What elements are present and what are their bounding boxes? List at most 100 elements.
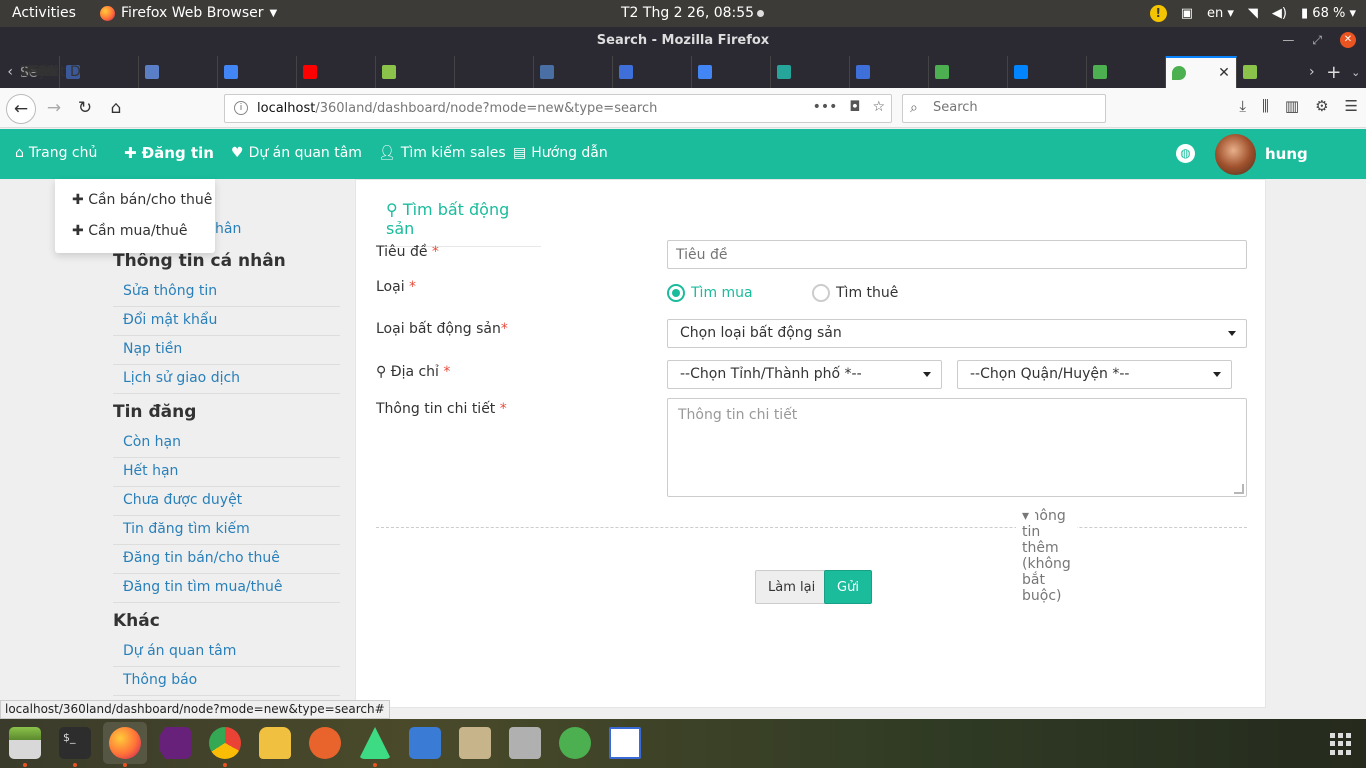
tab-item[interactable]: Dete xyxy=(20,56,930,88)
sidebar-item-expired[interactable]: Hết hạn xyxy=(113,458,340,487)
extension-icon[interactable]: ⚙ xyxy=(1315,97,1328,115)
nav-favorites[interactable]: ♥ Dự án quan tâm xyxy=(231,145,362,161)
book-icon: ▤ xyxy=(513,145,527,161)
system-monitor-icon[interactable] xyxy=(409,727,441,759)
new-tab-icon[interactable]: + xyxy=(1322,62,1346,83)
title-input[interactable] xyxy=(667,240,1247,269)
volume-icon[interactable]: ◀) xyxy=(1272,6,1287,21)
restore-icon[interactable]: ⤢ xyxy=(1312,33,1322,48)
files-icon[interactable] xyxy=(9,727,41,759)
home-button[interactable]: ⌂ xyxy=(104,96,128,120)
archive-manager-icon[interactable] xyxy=(509,727,541,759)
radio-buy[interactable]: Tìm mua xyxy=(667,284,753,302)
tab-item[interactable]: Mess xyxy=(20,56,1088,88)
site-info-icon[interactable]: i xyxy=(234,101,248,115)
details-textarea[interactable]: Thông tin chi tiết xyxy=(667,398,1247,497)
submit-button[interactable]: Gửi xyxy=(824,570,872,604)
terminal-icon[interactable]: $_ xyxy=(59,727,91,759)
dropdown-item-buy-rent[interactable]: ✚ Cần mua/thuê xyxy=(72,223,188,239)
forward-button[interactable]: → xyxy=(42,96,66,120)
app-menu[interactable]: Firefox Web Browser ▼ xyxy=(100,5,277,21)
library-icon[interactable]: ⫼ xyxy=(1262,97,1269,115)
software-store-icon[interactable] xyxy=(259,727,291,759)
tab-item[interactable]: 1512 xyxy=(20,56,456,88)
caret-down-icon xyxy=(1213,372,1221,377)
pocket-icon[interactable]: ◘ xyxy=(849,99,860,115)
district-select[interactable]: --Chọn Quận/Huyện *-- xyxy=(957,360,1232,389)
warning-icon[interactable]: ! xyxy=(1149,5,1167,22)
radio-checked-icon xyxy=(667,284,685,302)
scroll-tabs-left-icon[interactable]: ‹ xyxy=(0,64,20,80)
tab-item[interactable]: Unde xyxy=(20,56,614,88)
resize-grip-icon[interactable] xyxy=(1234,484,1244,494)
sidebar-item-post-sell[interactable]: Đăng tin bán/cho thuê xyxy=(113,545,340,574)
nav-post[interactable]: ✚ Đăng tin xyxy=(124,144,214,162)
android-studio-icon[interactable] xyxy=(359,727,391,759)
sidebar-item-active[interactable]: Còn hạn xyxy=(113,429,340,458)
chrome-icon[interactable] xyxy=(209,727,241,759)
nav-guide[interactable]: ▤ Hướng dẫn xyxy=(513,145,608,161)
sidebar-toggle-icon[interactable]: ▥ xyxy=(1285,97,1299,115)
nav-find-sales[interactable]: 👤︎ Tìm kiếm sales xyxy=(378,145,506,161)
text-document-icon[interactable] xyxy=(609,727,641,759)
sidebar-item-pending[interactable]: Chưa được duyệt xyxy=(113,487,340,516)
tab-active[interactable]: Se ✕ xyxy=(20,56,1237,88)
rhythmbox-speaker-icon[interactable] xyxy=(459,727,491,759)
close-tab-icon[interactable]: ✕ xyxy=(1218,65,1230,81)
pencil-app-icon[interactable] xyxy=(309,727,341,759)
reset-button[interactable]: Làm lại xyxy=(755,570,829,604)
tab-item[interactable]: NGH xyxy=(20,56,219,88)
tab-item[interactable]: [Viet xyxy=(20,56,377,88)
firefox-icon[interactable] xyxy=(109,727,141,759)
tab-item[interactable]: Object D xyxy=(20,56,535,88)
property-type-select[interactable]: Chọn loại bất động sản xyxy=(667,319,1247,348)
activities-button[interactable]: Activities xyxy=(12,5,76,21)
url-bar[interactable]: i localhost/360land/dashboard/node?mode=… xyxy=(224,94,892,123)
reload-button[interactable]: ↻ xyxy=(73,96,97,120)
menu-hamburger-icon[interactable]: ☰ xyxy=(1345,97,1358,115)
url-text[interactable]: localhost/360land/dashboard/node?mode=ne… xyxy=(257,101,657,116)
sidebar-item-change-password[interactable]: Đổi mật khẩu xyxy=(113,307,340,336)
tab-item[interactable]: Hướn xyxy=(20,56,1167,88)
show-applications-icon[interactable] xyxy=(1330,733,1352,755)
province-select[interactable]: --Chọn Tỉnh/Thành phố *-- xyxy=(667,360,942,389)
tab-item[interactable]: Small xyxy=(20,56,693,88)
username[interactable]: hung xyxy=(1265,145,1308,163)
page-actions-icon[interactable]: ••• xyxy=(813,99,838,115)
language-globe-icon[interactable]: ◍ xyxy=(1176,144,1195,163)
bookmark-star-icon[interactable]: ☆ xyxy=(872,99,885,115)
nav-home[interactable]: ⌂ Trang chủ xyxy=(15,145,97,161)
battery-indicator[interactable]: ▮ 68 % ▾ xyxy=(1301,6,1356,21)
sidebar-item-edit-profile[interactable]: Sửa thông tin xyxy=(113,278,340,307)
list-tabs-icon[interactable]: ⌄ xyxy=(1346,66,1366,79)
sidebar-item-transactions[interactable]: Lịch sử giao dịch xyxy=(113,365,340,394)
language-indicator[interactable]: en ▾ xyxy=(1207,6,1234,21)
scroll-tabs-right-icon[interactable]: › xyxy=(1302,64,1322,80)
clock[interactable]: T2 Thg 2 26, 08:55 xyxy=(621,5,765,21)
sidebar-item-peek[interactable]: hân xyxy=(215,221,241,237)
minimize-icon[interactable]: — xyxy=(1282,33,1294,47)
search-input[interactable] xyxy=(933,100,1093,115)
tab-item[interactable]: Cons xyxy=(20,56,1009,88)
sidebar-item-favorite-projects[interactable]: Dự án quan tâm xyxy=(113,638,340,667)
wifi-icon[interactable]: ◥ xyxy=(1248,6,1258,21)
radio-rent[interactable]: Tìm thuê xyxy=(812,284,898,302)
downloads-icon[interactable]: ⤓ xyxy=(1239,97,1246,115)
tab-item[interactable]: visua xyxy=(20,56,298,88)
sidebar-item-post-buy[interactable]: Đăng tin tìm mua/thuê xyxy=(113,574,340,603)
sidebar-item-search-posts[interactable]: Tin đăng tìm kiếm xyxy=(113,516,340,545)
clipboard-icon[interactable]: ▣ xyxy=(1181,6,1193,21)
dropdown-item-sell-rent[interactable]: ✚ Cần bán/cho thuê xyxy=(72,192,212,208)
tab-item[interactable]: mach xyxy=(20,56,851,88)
optional-info-divider: Thông tin thêm (không bắt buộc) ▾ xyxy=(376,508,1247,604)
search-bar[interactable]: ⌕ xyxy=(902,94,1106,123)
sidebar-item-top-up[interactable]: Nạp tiền xyxy=(113,336,340,365)
back-button[interactable]: ← xyxy=(6,94,36,124)
close-window-icon[interactable]: ✕ xyxy=(1340,32,1356,48)
visual-studio-code-icon[interactable] xyxy=(159,727,191,759)
sidebar-item-notifications[interactable]: Thông báo xyxy=(113,667,340,696)
tab-item[interactable]: 1605 xyxy=(20,56,1302,88)
settings-gear-icon[interactable] xyxy=(559,727,591,759)
avatar[interactable] xyxy=(1215,134,1256,175)
tab-item[interactable]: small xyxy=(20,56,772,88)
